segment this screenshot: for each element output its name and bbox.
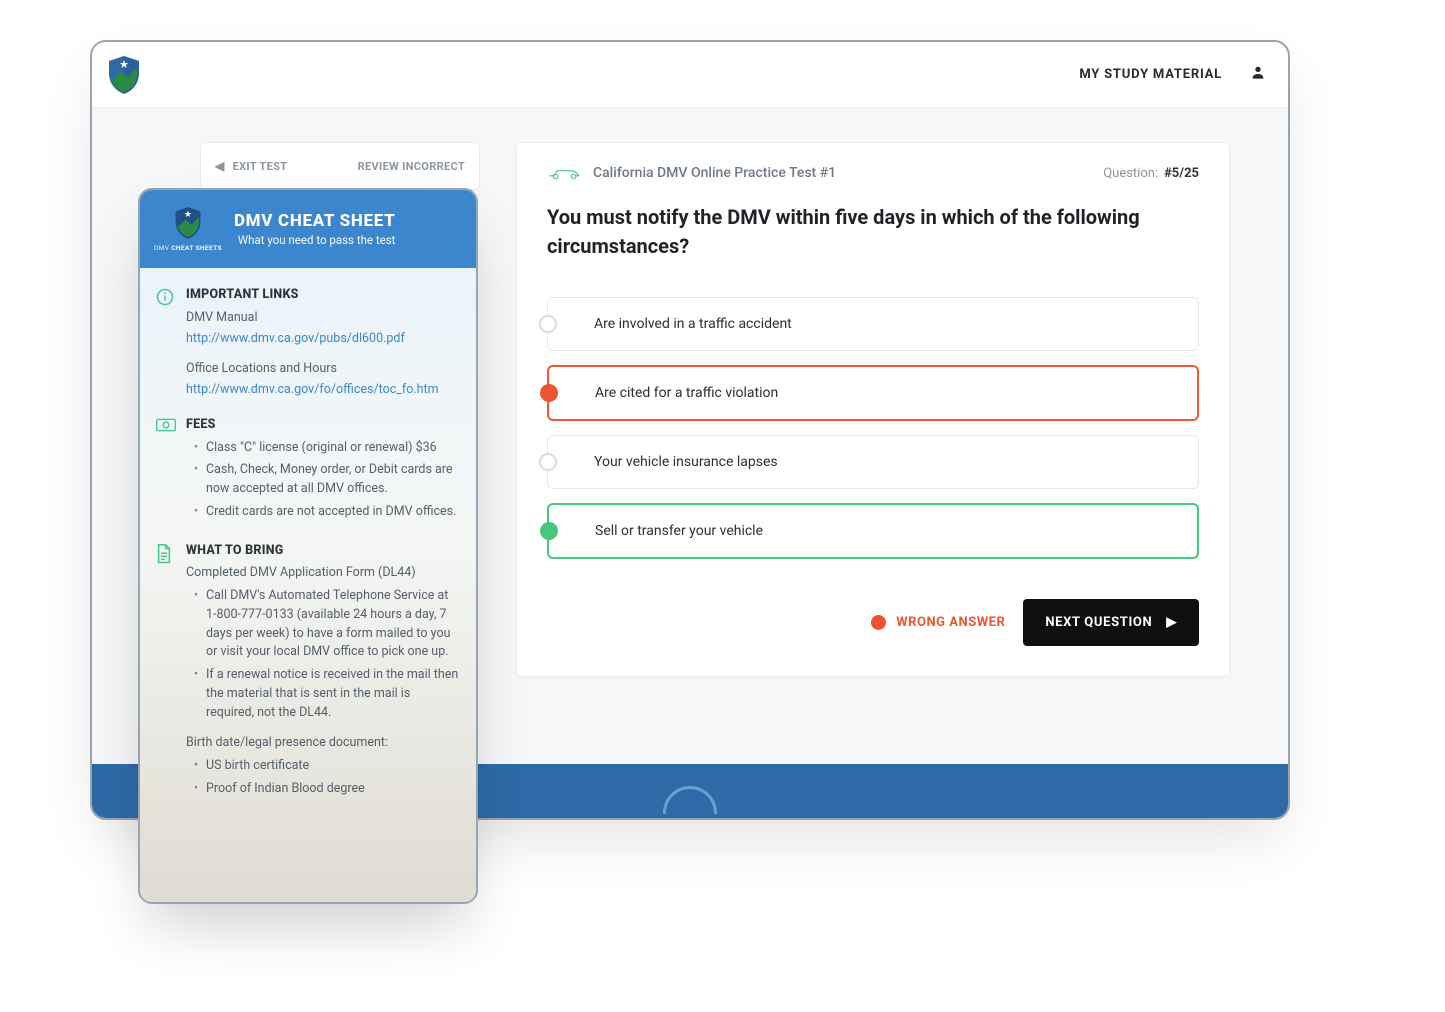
test-toolbar: ◀ EXIT TEST REVIEW INCORRECT [200,142,480,190]
answer-text: Sell or transfer your vehicle [595,523,763,539]
answer-option[interactable]: Your vehicle insurance lapses [547,435,1199,489]
brand-shield-icon: ★ [106,55,142,95]
cheat-sheet-body: IMPORTANT LINKS DMV Manual http://www.dm… [140,268,476,904]
answer-option[interactable]: Are cited for a traffic violation [547,365,1199,421]
exit-test-button[interactable]: ◀ EXIT TEST [215,159,287,173]
important-links-section: IMPORTANT LINKS DMV Manual http://www.dm… [156,286,460,400]
list-item: Credit cards are not accepted in DMV off… [196,503,460,522]
list-item: Cash, Check, Money order, or Debit cards… [196,461,460,499]
radio-icon [539,315,557,333]
chevron-right-icon: ▶ [1166,615,1177,630]
answer-option[interactable]: Sell or transfer your vehicle [547,503,1199,559]
answer-option[interactable]: Are involved in a traffic accident [547,297,1199,351]
section-heading: WHAT TO BRING [186,542,460,561]
money-icon [156,418,176,526]
exit-test-label: EXIT TEST [233,160,288,173]
list-item: If a renewal notice is received in the m… [196,666,460,722]
test-title: California DMV Online Practice Test #1 [593,165,836,181]
what-to-bring-section: WHAT TO BRING Completed DMV Application … [156,542,460,803]
cheat-sheet-panel: ★ DMV CHEAT SHEETS DMV CHEAT SHEET What … [138,188,478,904]
info-icon [156,288,176,400]
radio-icon [539,453,557,471]
svg-text:★: ★ [184,210,192,220]
list-item: Call DMV's Automated Telephone Service a… [196,587,460,662]
answer-text: Are cited for a traffic violation [595,385,778,401]
radio-icon [540,522,558,540]
list-item: Class "C" license (original or renewal) … [196,439,460,458]
chevron-left-icon: ◀ [215,159,225,173]
my-study-material-link[interactable]: MY STUDY MATERIAL [1079,67,1222,82]
birth-intro: Birth date/legal presence document: [186,734,460,753]
section-heading: FEES [186,416,460,435]
question-counter: Question:#5/25 [1103,166,1199,181]
list-item: Proof of Indian Blood degree [196,780,460,799]
next-question-button[interactable]: NEXT QUESTION ▶ [1023,599,1199,646]
car-icon [547,165,581,181]
question-card: California DMV Online Practice Test #1 Q… [516,142,1230,677]
topbar: ★ MY STUDY MATERIAL [92,42,1288,108]
answers-list: Are involved in a traffic accident Are c… [547,297,1199,559]
svg-text:★: ★ [119,58,129,71]
bring-intro: Completed DMV Application Form (DL44) [186,564,460,583]
list-item: US birth certificate [196,757,460,776]
wrong-answer-badge: WRONG ANSWER [871,615,1005,630]
document-icon [156,544,176,803]
dmv-manual-label: DMV Manual [186,309,439,328]
user-icon[interactable] [1250,64,1266,85]
review-incorrect-button[interactable]: REVIEW INCORRECT [358,160,465,173]
question-text: You must notify the DMV within five days… [547,203,1199,261]
answer-text: Your vehicle insurance lapses [594,454,778,470]
office-locations-label: Office Locations and Hours [186,360,439,379]
radio-icon [540,384,558,402]
section-heading: IMPORTANT LINKS [186,286,439,305]
fees-section: FEES Class "C" license (original or rene… [156,416,460,526]
dmv-manual-link[interactable]: http://www.dmv.ca.gov/pubs/dl600.pdf [186,331,405,346]
cheat-sheet-title: DMV CHEAT SHEET [234,211,395,231]
cheat-sheet-subtitle: What you need to pass the test [234,233,395,247]
arc-decoration-icon [663,786,717,814]
office-locations-link[interactable]: http://www.dmv.ca.gov/fo/offices/toc_fo.… [186,382,439,397]
brand-shield-icon: ★ DMV CHEAT SHEETS [154,206,222,252]
answer-text: Are involved in a traffic accident [594,316,792,332]
cheat-sheet-header: ★ DMV CHEAT SHEETS DMV CHEAT SHEET What … [140,190,476,268]
